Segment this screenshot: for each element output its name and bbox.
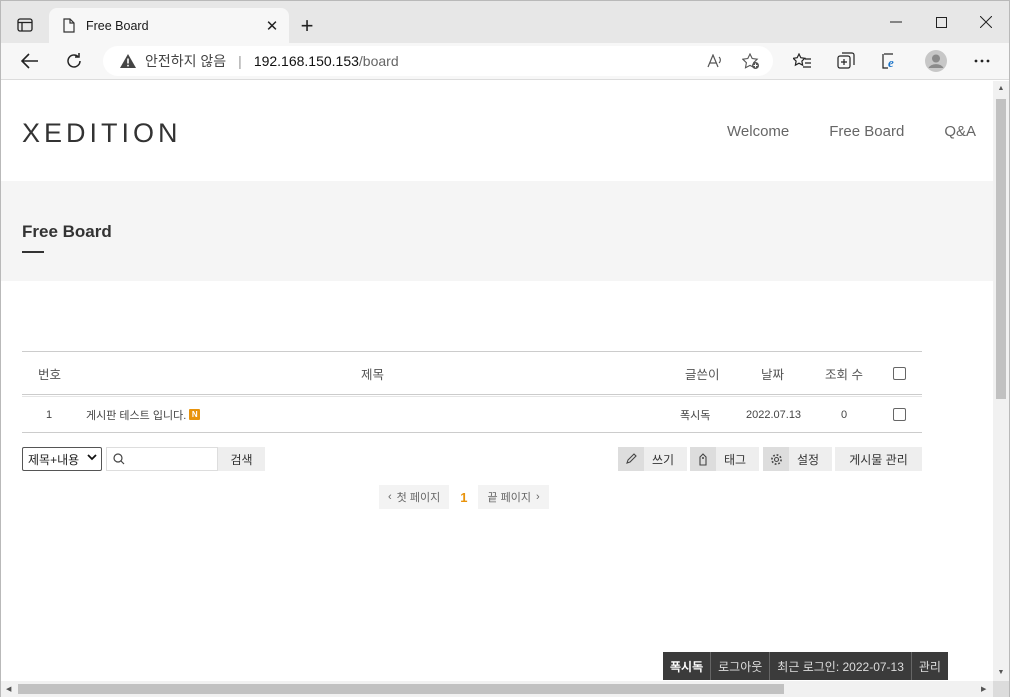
first-page-button[interactable]: ‹ 첫 페이지	[379, 485, 450, 509]
chevron-right-icon: ›	[536, 491, 540, 503]
browser-window: Free Board ✕ + 안전하지 않음 | 192.168.150.153…	[0, 0, 1010, 697]
post-title-link[interactable]: 게시판 테스트 입니다.	[86, 407, 186, 423]
browser-toolbar: 안전하지 않음 | 192.168.150.153/board e	[1, 43, 1009, 80]
favorites-icon[interactable]	[787, 47, 817, 75]
pagination: ‹ 첫 페이지 1 끝 페이지 ›	[379, 485, 549, 509]
member-name[interactable]: 폭시독	[663, 652, 710, 680]
search-target-select[interactable]: 제목+내용	[22, 447, 102, 471]
last-page-button[interactable]: 끝 페이지 ›	[478, 485, 549, 509]
page-icon	[61, 17, 77, 35]
vertical-scroll-thumb[interactable]	[996, 99, 1006, 399]
maximize-icon[interactable]	[918, 9, 964, 35]
address-bar[interactable]: 안전하지 않음 | 192.168.150.153/board	[103, 46, 773, 76]
collections-icon[interactable]	[831, 47, 861, 75]
row-no: 1	[46, 408, 53, 421]
row-views: 0	[841, 408, 848, 421]
warning-icon[interactable]	[119, 52, 137, 70]
page-viewport: XEDITION Welcome Free Board Q&A Free Boa…	[1, 81, 993, 681]
write-label: 쓰기	[652, 452, 675, 467]
search-button[interactable]: 검색	[218, 447, 265, 471]
tag-icon	[690, 447, 716, 471]
table-row: 1 게시판 테스트 입니다. N 폭시독 2022.07.13 0	[22, 396, 922, 433]
chevron-left-icon: ‹	[388, 491, 392, 503]
more-menu-icon[interactable]	[967, 47, 997, 75]
admin-link[interactable]: 관리	[910, 652, 948, 680]
main-nav: Welcome Free Board Q&A	[727, 123, 976, 140]
horizontal-scrollbar[interactable]: ◀ ▶	[1, 681, 993, 697]
manage-posts-button[interactable]: 게시물 관리	[835, 447, 922, 471]
current-page[interactable]: 1	[451, 485, 477, 509]
back-arrow-icon[interactable]	[15, 47, 45, 75]
settings-label: 설정	[797, 452, 820, 467]
last-login-text: 최근 로그인: 2022-07-13	[769, 652, 911, 680]
col-author: 글쓴이	[685, 367, 720, 382]
board-table: 번호 제목 글쓴이 날짜 조회 수 1 게시판 테스트 입니다. N 폭시독 2…	[22, 351, 922, 433]
col-title: 제목	[361, 367, 385, 382]
horizontal-scroll-thumb[interactable]	[18, 684, 784, 694]
minimize-icon[interactable]	[873, 9, 919, 35]
scroll-left-icon[interactable]: ◀	[6, 685, 11, 693]
url-host: 192.168.150.153	[253, 53, 359, 69]
nav-qna[interactable]: Q&A	[944, 123, 976, 140]
first-page-label: 첫 페이지	[396, 492, 441, 504]
divider: |	[238, 53, 242, 69]
page-header: Free Board	[1, 181, 993, 281]
browser-tab[interactable]: Free Board ✕	[49, 8, 289, 43]
last-page-label: 끝 페이지	[487, 492, 531, 504]
tag-label: 태그	[724, 452, 747, 467]
settings-button[interactable]: 설정	[763, 447, 832, 471]
scroll-up-icon[interactable]: ▲	[997, 85, 1005, 93]
row-title-cell: 게시판 테스트 입니다. N	[86, 397, 201, 432]
close-window-icon[interactable]	[963, 9, 1009, 35]
address-icons	[701, 49, 765, 73]
row-author[interactable]: 폭시독	[680, 397, 710, 432]
member-status-bar: 폭시독 로그아웃 최근 로그인: 2022-07-13 관리	[663, 652, 948, 680]
pencil-icon	[618, 447, 644, 471]
col-views[interactable]: 조회 수	[825, 352, 863, 394]
new-badge: N	[189, 409, 201, 420]
title-underline	[22, 251, 44, 253]
scroll-right-icon[interactable]: ▶	[981, 685, 986, 693]
site-logo[interactable]: XEDITION	[22, 118, 182, 149]
scroll-down-icon[interactable]: ▼	[997, 669, 1005, 677]
tag-button[interactable]: 태그	[690, 447, 759, 471]
nav-welcome[interactable]: Welcome	[727, 123, 789, 140]
row-checkbox[interactable]	[893, 408, 906, 421]
add-favorite-icon[interactable]	[737, 49, 765, 73]
col-date[interactable]: 날짜	[761, 352, 784, 394]
row-date: 2022.07.13	[746, 408, 802, 421]
page-title: Free Board	[22, 222, 112, 241]
profile-avatar[interactable]	[921, 47, 951, 75]
select-all-checkbox[interactable]	[893, 366, 906, 380]
logout-link[interactable]: 로그아웃	[710, 652, 769, 680]
gear-icon	[763, 447, 789, 471]
table-header: 번호 제목 글쓴이 날짜 조회 수	[22, 351, 922, 395]
svg-text:e: e	[888, 55, 894, 70]
vertical-scrollbar[interactable]: ▲ ▼	[993, 81, 1009, 681]
chevron-down-icon	[87, 453, 97, 464]
reload-icon[interactable]	[59, 47, 89, 75]
nav-free-board[interactable]: Free Board	[829, 123, 904, 140]
read-aloud-icon[interactable]	[701, 49, 729, 73]
scrollbar-corner	[993, 681, 1009, 697]
new-tab-icon[interactable]: +	[293, 13, 321, 39]
tab-actions-icon[interactable]	[11, 13, 39, 37]
col-no: 번호	[38, 367, 62, 382]
tab-title: Free Board	[86, 18, 149, 33]
search-icon	[113, 453, 125, 465]
ie-mode-icon[interactable]: e	[875, 47, 905, 75]
security-label: 안전하지 않음	[145, 53, 227, 69]
tab-strip: Free Board ✕ +	[1, 1, 1009, 43]
url-path: /board	[358, 53, 399, 69]
close-tab-icon[interactable]: ✕	[261, 15, 283, 37]
search-input[interactable]	[106, 447, 218, 471]
search-target-value: 제목+내용	[28, 452, 80, 467]
write-button[interactable]: 쓰기	[618, 447, 687, 471]
